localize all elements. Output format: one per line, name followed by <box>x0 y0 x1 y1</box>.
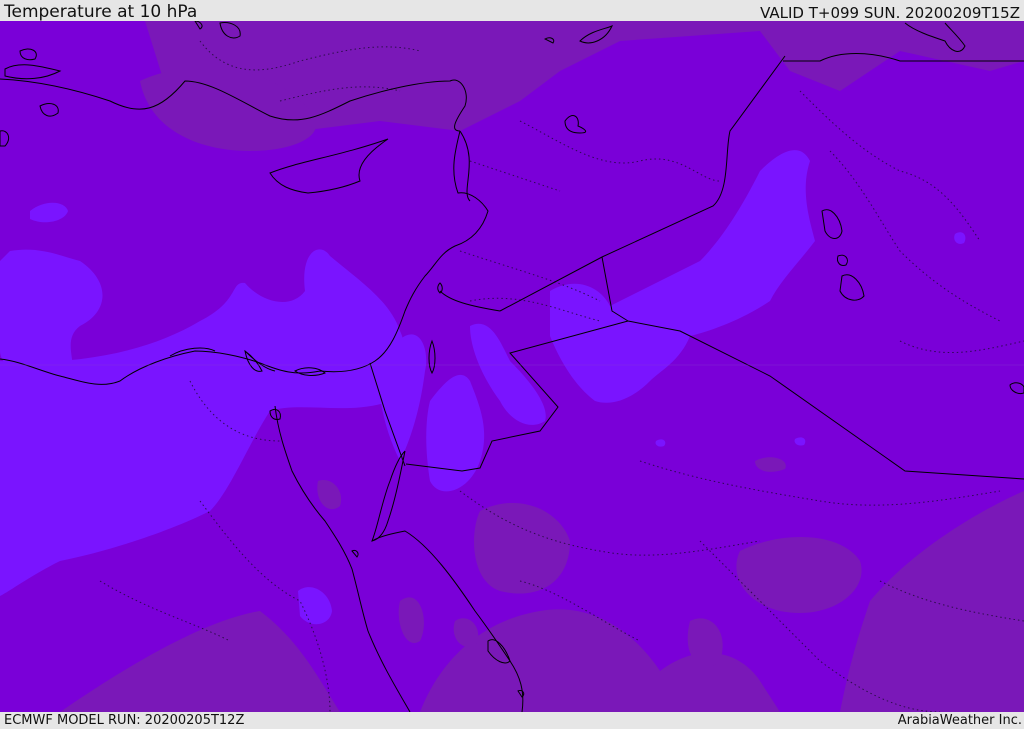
temperature-map[interactable] <box>0 21 1024 712</box>
header-bar: Temperature at 10 hPa VALID T+099 SUN. 2… <box>0 0 1024 21</box>
valid-time: VALID T+099 SUN. 20200209T15Z <box>760 4 1020 22</box>
credit: ArabiaWeather Inc. <box>897 713 1022 728</box>
model-run: ECMWF MODEL RUN: 20200205T12Z <box>4 713 245 728</box>
map-canvas <box>0 21 1024 712</box>
footer-bar: ECMWF MODEL RUN: 20200205T12Z ArabiaWeat… <box>0 712 1024 729</box>
map-title: Temperature at 10 hPa <box>4 2 198 22</box>
